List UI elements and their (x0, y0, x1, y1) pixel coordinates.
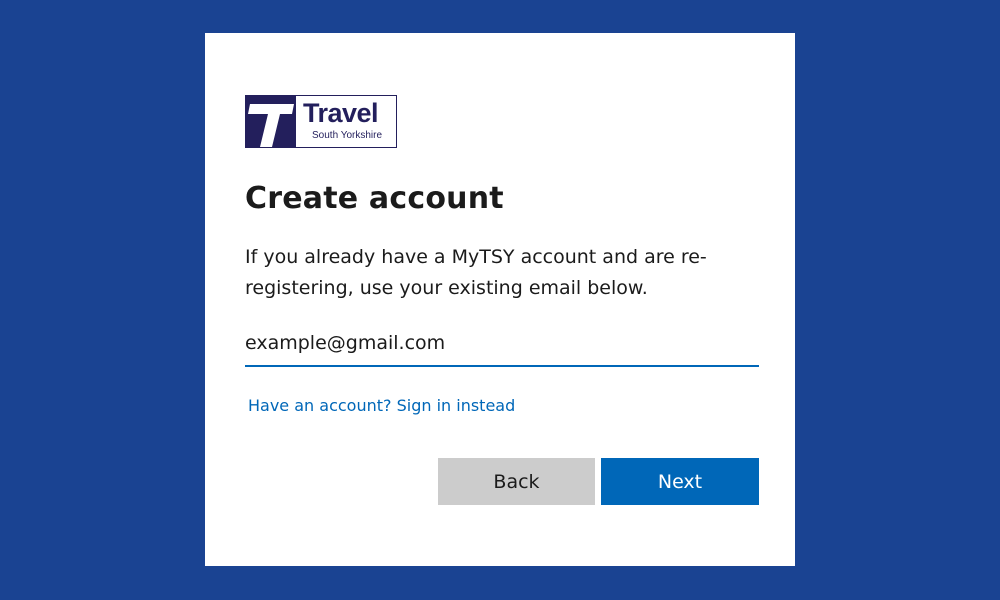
sign-in-instead-link[interactable]: Have an account? Sign in instead (248, 395, 515, 417)
travel-south-yorkshire-logo: Travel South Yorkshire (245, 95, 397, 148)
logo-subtitle: South Yorkshire (312, 130, 383, 141)
page-description: If you already have a MyTSY account and … (245, 246, 707, 299)
create-account-card: Travel South Yorkshire Create account If… (205, 33, 795, 566)
page-title: Create account (245, 181, 504, 216)
next-button[interactable]: Next (601, 458, 759, 505)
email-field[interactable] (245, 325, 759, 367)
t-logo-icon (246, 96, 296, 147)
back-button[interactable]: Back (438, 458, 595, 505)
logo-wordmark: Travel (303, 98, 379, 128)
